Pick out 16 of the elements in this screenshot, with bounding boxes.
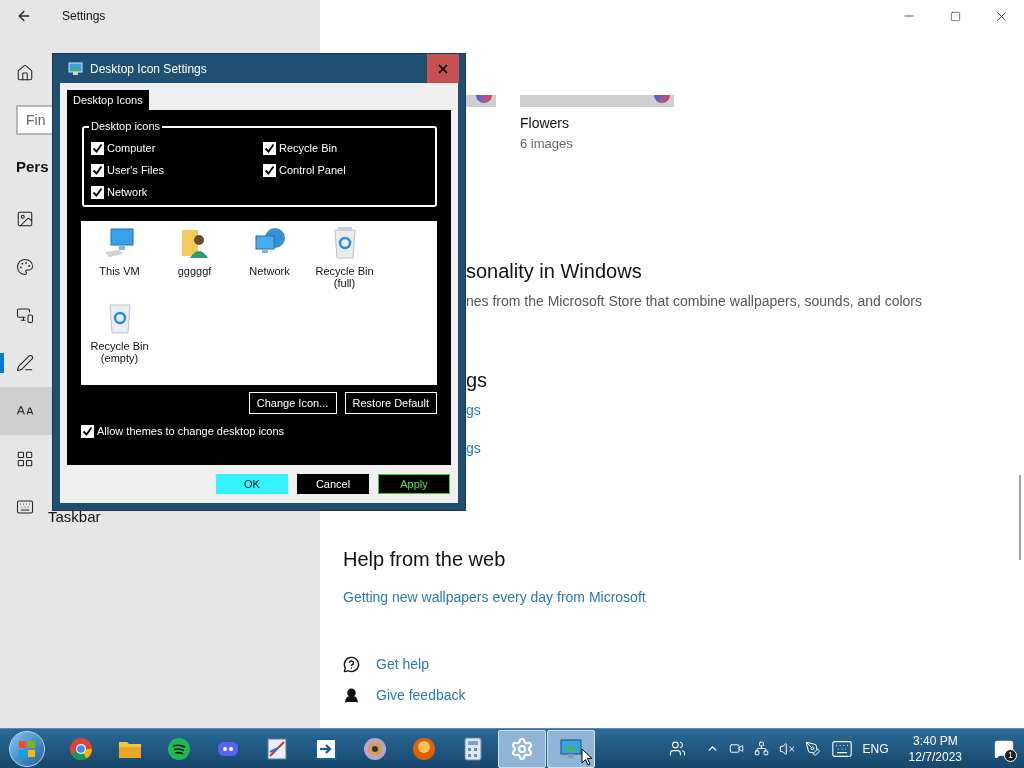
group-label: Desktop icons xyxy=(89,119,163,133)
section-heading: Pers xyxy=(16,156,49,177)
theme-name: Flowers xyxy=(520,114,570,133)
checkbox-label: Control Panel xyxy=(279,162,346,178)
checkbox-label: Allow themes to change desktop icons xyxy=(97,424,285,439)
theme-image-count: 6 images xyxy=(520,135,574,153)
checkbox-label: Recycle Bin xyxy=(279,140,338,156)
description-text: nes from the Microsoft Store that combine wallpapers, sounds, and colors xyxy=(466,292,923,311)
dialog-title: Desktop Icon Settings xyxy=(90,60,207,78)
window-title: Settings xyxy=(62,8,106,25)
section-heading: Help from the web xyxy=(343,547,506,572)
checkbox-label: Network xyxy=(107,184,148,200)
checkbox-label: User's Files xyxy=(107,162,165,178)
section-heading: sonality in Windows xyxy=(466,259,643,284)
section-heading: gs xyxy=(466,368,489,393)
checkbox-label: Computer xyxy=(107,140,156,156)
